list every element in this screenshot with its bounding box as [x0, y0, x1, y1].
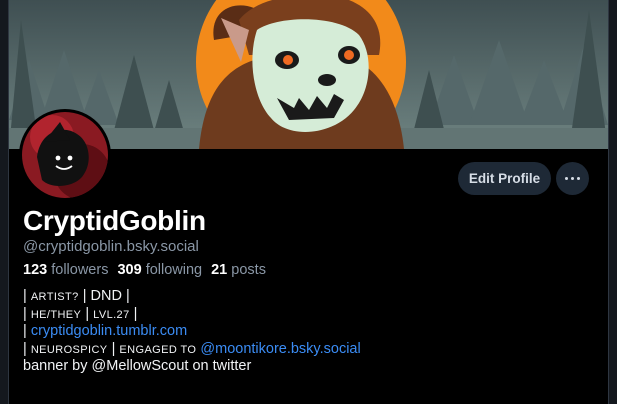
bio-line-3: | cryptidgoblin.tumblr.com — [23, 323, 361, 341]
followers-stat[interactable]: 123 followers — [23, 262, 108, 278]
posts-count: 21 — [211, 262, 228, 278]
left-frame-edge — [0, 0, 9, 404]
bio-separator: | — [23, 288, 27, 304]
bio-separator: | — [125, 288, 130, 304]
bio-separator: | — [111, 340, 116, 357]
bio-mention-link[interactable]: @moontikore.bsky.social — [200, 341, 360, 357]
bio-tumblr-link[interactable]: cryptidgoblin.tumblr.com — [31, 323, 187, 339]
following-stat[interactable]: 309 following — [117, 262, 202, 278]
bio-separator: | — [23, 323, 27, 339]
bio-separator: | — [23, 340, 27, 357]
profile-stats: 123 followers 309 following 21 posts — [23, 262, 266, 278]
bio-artist-text: ARTIST? — [30, 291, 79, 303]
following-count: 309 — [117, 262, 142, 278]
profile-bio: | ARTIST? | DND | | HE/THEY | LVL.27 | |… — [23, 288, 361, 376]
bio-engaged-text: ENGAGED TO — [119, 343, 197, 356]
bio-separator: | — [85, 305, 90, 322]
bio-separator: | — [82, 288, 87, 304]
bio-neurospicy-text: NEUROSPICY — [30, 343, 108, 356]
followers-label: followers — [51, 262, 109, 278]
handle: @cryptidgoblin.bsky.social — [23, 238, 199, 255]
bio-level-text: LVL.27 — [93, 308, 130, 321]
posts-label: posts — [231, 262, 266, 278]
avatar[interactable] — [19, 109, 111, 201]
bio-line-4: | NEUROSPICY | ENGAGED TO @moontikore.bs… — [23, 341, 361, 359]
more-options-button[interactable] — [556, 162, 589, 195]
bio-dnd-text: DND — [90, 288, 122, 304]
edit-profile-button[interactable]: Edit Profile — [458, 162, 551, 195]
bio-pronouns-text: HE/THEY — [30, 308, 82, 321]
bio-line-1: | ARTIST? | DND | — [23, 288, 361, 306]
posts-stat: 21 posts — [211, 262, 266, 278]
bio-separator: | — [133, 305, 138, 322]
followers-count: 123 — [23, 262, 48, 278]
bio-line-5: banner by @MellowScout on twitter — [23, 358, 252, 374]
right-frame-edge — [608, 0, 617, 404]
following-label: following — [145, 262, 203, 278]
bio-separator: | — [23, 305, 27, 322]
ellipsis-icon — [565, 177, 580, 180]
display-name: CryptidGoblin — [23, 205, 206, 236]
bio-line-2: | HE/THEY | LVL.27 | — [23, 306, 361, 324]
